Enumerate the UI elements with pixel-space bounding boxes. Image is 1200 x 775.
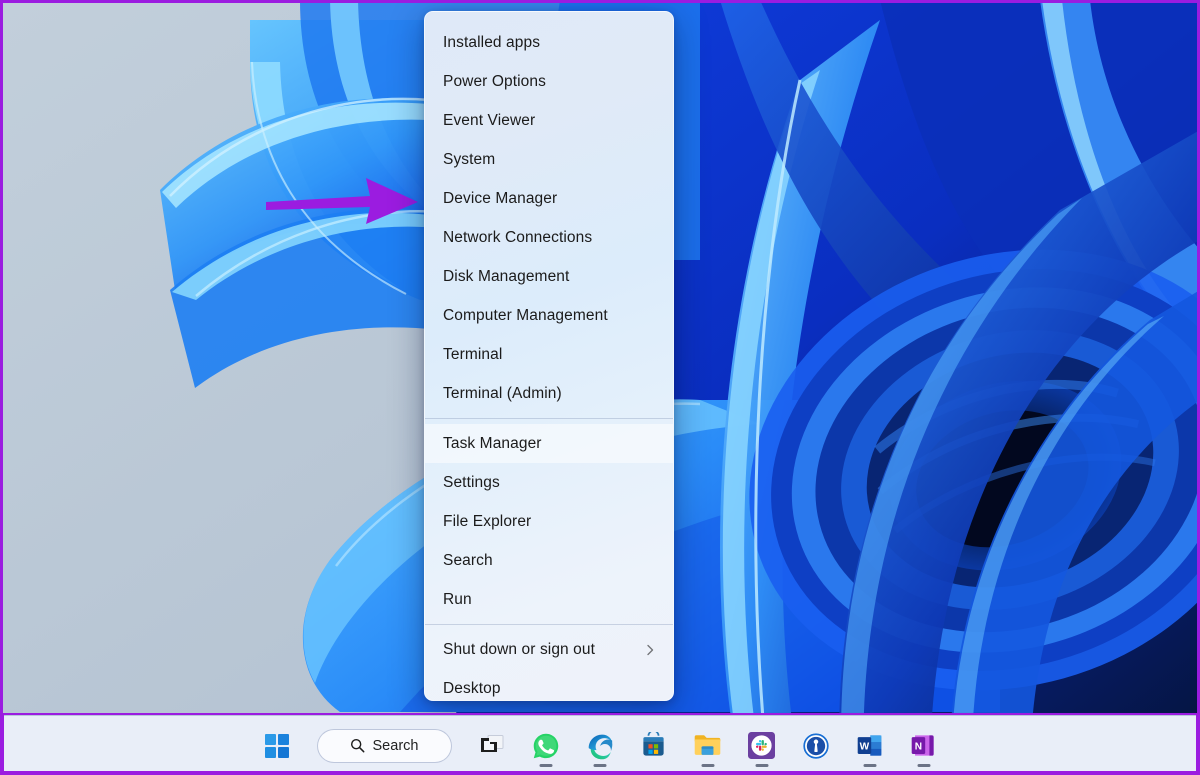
running-indicator — [755, 763, 768, 767]
store-button[interactable] — [632, 724, 676, 768]
onenote-icon: N — [911, 735, 934, 756]
running-indicator — [701, 763, 714, 767]
start-button[interactable] — [255, 724, 299, 768]
word-icon: W — [857, 735, 882, 756]
edge-icon — [588, 734, 612, 759]
word-button[interactable]: W — [848, 724, 892, 768]
menu-item-label: Search — [443, 552, 493, 569]
menu-item-label: Desktop — [443, 680, 501, 697]
running-indicator — [539, 763, 552, 767]
whatsapp-icon — [533, 733, 558, 758]
menu-item-system[interactable]: System — [425, 140, 673, 179]
menu-item-run[interactable]: Run — [425, 580, 673, 619]
menu-item-installed-apps[interactable]: Installed apps — [425, 23, 673, 62]
win-x-power-user-menu[interactable]: Installed apps Power Options Event Viewer S… — [424, 11, 674, 701]
running-indicator — [593, 763, 606, 767]
menu-item-label: System — [443, 151, 496, 168]
search-label: Search — [372, 737, 419, 754]
onenote-button[interactable]: N — [902, 724, 946, 768]
task-view-button[interactable] — [470, 724, 514, 768]
menu-item-label: Installed apps — [443, 34, 541, 51]
menu-item-power-options[interactable]: Power Options — [425, 62, 673, 101]
menu-item-event-viewer[interactable]: Event Viewer — [425, 101, 673, 140]
onepassword-button[interactable] — [794, 724, 838, 768]
menu-item-task-manager[interactable]: Task Manager — [425, 424, 673, 463]
menu-item-label: Event Viewer — [443, 112, 536, 129]
svg-text:N: N — [915, 741, 922, 752]
svg-text:W: W — [860, 741, 870, 752]
menu-item-label: Settings — [443, 474, 500, 491]
desktop-screen: Installed apps Power Options Event Viewer S… — [0, 0, 1200, 775]
taskbar[interactable]: Search W N — [0, 715, 1200, 775]
whatsapp-button[interactable] — [524, 724, 568, 768]
menu-item-label: Run — [443, 591, 472, 608]
menu-item-file-explorer[interactable]: File Explorer — [425, 502, 673, 541]
menu-item-settings[interactable]: Settings — [425, 463, 673, 502]
menu-item-terminal[interactable]: Terminal — [425, 335, 673, 374]
onepassword-icon — [802, 732, 829, 759]
menu-item-computer-management[interactable]: Computer Management — [425, 296, 673, 335]
slack-button[interactable] — [740, 724, 784, 768]
menu-item-disk-management[interactable]: Disk Management — [425, 257, 673, 296]
menu-item-label: Terminal (Admin) — [443, 385, 562, 402]
running-indicator — [917, 763, 930, 767]
chevron-right-icon — [647, 644, 654, 655]
folder-icon — [694, 735, 721, 755]
search-input[interactable]: Search — [316, 728, 452, 763]
menu-item-network-connections[interactable]: Network Connections — [425, 218, 673, 257]
menu-item-label: Terminal — [443, 346, 503, 363]
menu-item-label: Power Options — [443, 73, 546, 90]
menu-item-terminal-admin[interactable]: Terminal (Admin) — [425, 374, 673, 413]
running-indicator — [863, 763, 876, 767]
slack-icon — [748, 732, 775, 759]
purple-pointer-arrow — [266, 178, 418, 224]
menu-item-device-manager[interactable]: Device Manager — [425, 179, 673, 218]
edge-button[interactable] — [578, 724, 622, 768]
menu-item-label: Disk Management — [443, 268, 570, 285]
menu-separator — [425, 418, 673, 419]
menu-separator — [425, 624, 673, 625]
microsoft-store-icon — [643, 732, 664, 756]
menu-item-label: Device Manager — [443, 190, 558, 207]
menu-item-desktop[interactable]: Desktop — [425, 669, 673, 700]
menu-item-shut-down-or-sign-out[interactable]: Shut down or sign out — [425, 630, 673, 669]
windows-logo-icon — [264, 733, 289, 758]
menu-item-label: Task Manager — [443, 435, 542, 452]
menu-item-label: File Explorer — [443, 513, 532, 530]
file-explorer-button[interactable] — [686, 724, 730, 768]
search-icon — [350, 738, 364, 753]
menu-item-label: Network Connections — [443, 229, 593, 246]
menu-item-label: Shut down or sign out — [443, 641, 596, 658]
menu-item-label: Computer Management — [443, 307, 608, 324]
task-view-icon — [480, 734, 503, 752]
menu-item-search[interactable]: Search — [425, 541, 673, 580]
